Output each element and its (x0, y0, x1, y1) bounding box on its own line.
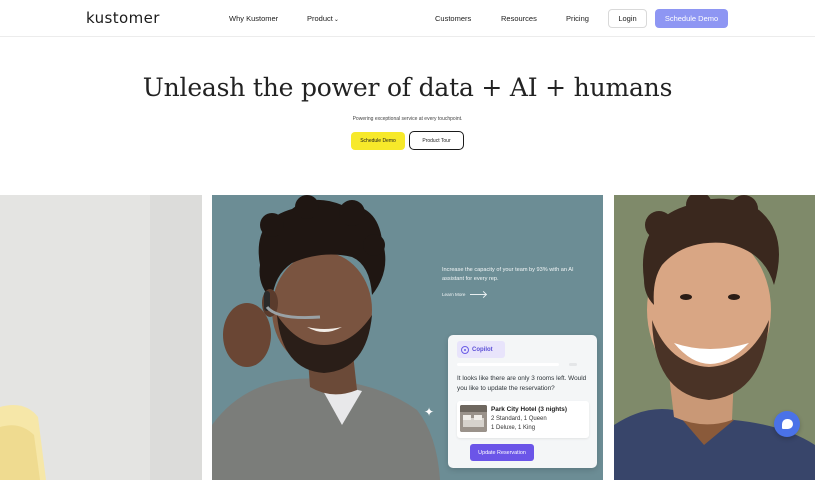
typing-indicator-bar (457, 363, 559, 366)
copilot-badge: Copilot (457, 341, 505, 358)
promo-text: Increase the capacity of your team by 93… (442, 267, 574, 282)
arrow-right-icon (469, 294, 486, 295)
copilot-message: It looks like there are only 3 rooms lef… (457, 375, 587, 392)
nav-link-customers[interactable]: Customers (435, 14, 471, 23)
person-photo-left (0, 195, 202, 480)
sparkle-icon: ✦ (424, 405, 435, 419)
nav-link-resources[interactable]: Resources (501, 14, 537, 23)
carousel-slide-next[interactable] (614, 195, 815, 480)
hero-schedule-demo-button[interactable]: Schedule Demo (351, 132, 405, 150)
learn-more-link[interactable]: Learn More (442, 292, 486, 297)
chat-icon (781, 419, 793, 429)
carousel-slide-active: Increase the capacity of your team by 93… (212, 195, 603, 480)
hotel-room-line-2: 1 Deluxe, 1 King (491, 425, 536, 431)
copilot-card: Copilot It looks like there are only 3 r… (448, 335, 597, 468)
top-navigation: kustomer Why Kustomer Product⌄ Customers… (0, 0, 815, 37)
hero-subtitle: Powering exceptional service at every to… (352, 116, 463, 122)
hero-title: Unleash the power of data + AI + humans (142, 73, 673, 102)
product-tour-button[interactable]: Product Tour (409, 131, 464, 150)
chat-launcher-button[interactable] (774, 411, 800, 437)
person-photo-right (614, 195, 815, 480)
chevron-down-icon: ⌄ (333, 17, 339, 23)
update-reservation-button[interactable]: Update Reservation (470, 444, 534, 461)
hotel-reservation-card: Park City Hotel (3 nights) 2 Standard, 1… (457, 401, 589, 438)
hotel-room-image (460, 405, 487, 432)
hotel-room-line-1: 2 Standard, 1 Queen (491, 416, 547, 422)
nav-link-pricing[interactable]: Pricing (566, 14, 589, 23)
nav-link-product[interactable]: Product⌄ (307, 14, 339, 23)
copilot-icon (461, 345, 469, 354)
schedule-demo-nav-button[interactable]: Schedule Demo (655, 9, 728, 28)
copilot-label: Copilot (472, 346, 493, 353)
nav-link-product-label: Product (307, 14, 333, 23)
login-button[interactable]: Login (608, 9, 647, 28)
learn-more-label: Learn More (442, 292, 466, 297)
nav-link-why-kustomer[interactable]: Why Kustomer (229, 14, 278, 23)
carousel-slide-previous[interactable] (0, 195, 202, 480)
typing-indicator-dot (569, 363, 577, 366)
hotel-name: Park City Hotel (3 nights) (491, 406, 567, 413)
kustomer-logo[interactable]: kustomer (86, 9, 160, 27)
